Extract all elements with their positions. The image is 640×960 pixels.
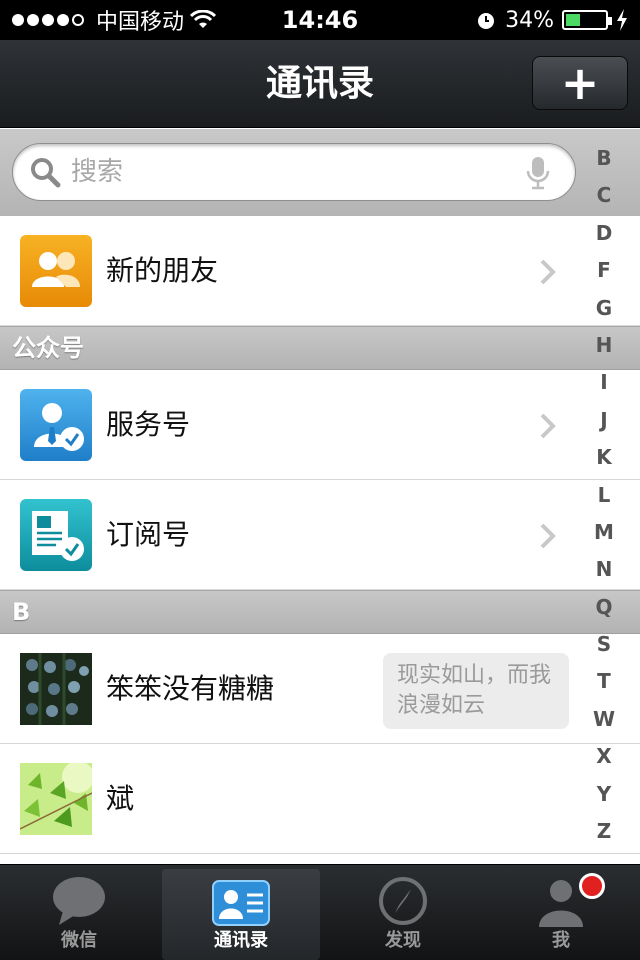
index-letter[interactable]: C (597, 177, 612, 214)
index-letter[interactable]: X (596, 738, 611, 775)
search-area (0, 129, 640, 216)
alphabet-index[interactable]: BCDFGHIJKLMNQSTWXYZ (588, 140, 620, 850)
search-icon (31, 158, 61, 188)
new-friends-label: 新的朋友 (106, 254, 219, 287)
tab-label: 通讯录 (214, 930, 268, 951)
tab-me[interactable]: 我 (482, 865, 640, 960)
index-letter[interactable]: L (598, 477, 611, 514)
tab-discover[interactable]: 发现 (324, 865, 482, 960)
new-friends-row[interactable]: 新的朋友 (0, 216, 640, 326)
index-letter[interactable]: N (596, 551, 613, 588)
chevron-right-icon (540, 523, 556, 549)
chevron-right-icon (540, 413, 556, 439)
tab-label: 微信 (61, 930, 97, 951)
index-letter[interactable]: G (596, 290, 612, 327)
index-letter[interactable]: Z (597, 813, 612, 850)
carrier-name: 中国移动 (96, 10, 185, 35)
battery-icon (562, 10, 612, 30)
service-account-row[interactable]: 服务号 (0, 370, 640, 480)
service-account-label: 服务号 (106, 408, 191, 441)
contacts-card-icon (212, 880, 270, 926)
tab-contacts[interactable]: 通讯录 (162, 869, 320, 960)
index-letter[interactable]: T (597, 663, 611, 700)
microphone-icon[interactable] (525, 156, 551, 190)
section-header-b: B (0, 590, 640, 634)
tab-bar: 微信 通讯录 发现 我 (0, 864, 640, 960)
contact-name: 斌 (106, 782, 135, 815)
index-letter[interactable]: S (597, 626, 611, 663)
index-letter[interactable]: H (596, 327, 613, 364)
contact-signature: 现实如山，而我浪漫如云 (383, 653, 569, 729)
compass-icon (379, 877, 427, 925)
index-letter[interactable]: D (596, 215, 613, 252)
index-letter[interactable]: W (593, 701, 615, 738)
charging-icon (617, 9, 627, 31)
search-box[interactable] (12, 143, 576, 201)
index-letter[interactable]: F (597, 252, 611, 289)
section-header-public: 公众号 (0, 326, 640, 370)
alarm-icon (478, 13, 495, 29)
service-account-icon (20, 389, 92, 461)
tab-chats[interactable]: 微信 (0, 865, 158, 960)
contact-row[interactable]: 斌 (0, 744, 640, 854)
index-letter[interactable]: I (600, 364, 607, 401)
index-letter[interactable]: Q (595, 589, 612, 626)
subscription-account-row[interactable]: 订阅号 (0, 480, 640, 590)
new-friends-icon (20, 235, 92, 307)
contact-avatar (20, 763, 92, 835)
chat-bubble-icon (53, 877, 105, 925)
status-bar: 中国移动 14:46 34% (0, 0, 640, 40)
status-left: 中国移动 (12, 4, 252, 36)
battery-percent: 34% (505, 7, 554, 33)
search-input[interactable] (71, 152, 501, 192)
index-letter[interactable]: Y (597, 776, 611, 813)
status-right: 34% (388, 8, 628, 33)
tab-label: 发现 (385, 930, 421, 951)
subscription-account-label: 订阅号 (106, 518, 191, 551)
chevron-right-icon (540, 259, 556, 285)
contact-name: 笨笨没有糖糖 (106, 672, 275, 705)
contact-avatar (20, 653, 92, 725)
signal-icon (12, 14, 84, 26)
index-letter[interactable]: K (596, 439, 612, 476)
contact-row[interactable]: 笨笨没有糖糖 现实如山，而我浪漫如云 (0, 634, 640, 744)
notification-badge (579, 873, 605, 899)
add-contact-button[interactable]: + (532, 56, 628, 110)
wifi-icon (190, 10, 217, 28)
index-letter[interactable]: M (594, 514, 614, 551)
status-time: 14:46 (281, 6, 359, 34)
index-letter[interactable]: J (600, 402, 607, 439)
index-letter[interactable]: B (596, 140, 611, 177)
nav-bar: 通讯录 + (0, 40, 640, 128)
subscription-account-icon (20, 499, 92, 571)
tab-label: 我 (552, 930, 570, 951)
